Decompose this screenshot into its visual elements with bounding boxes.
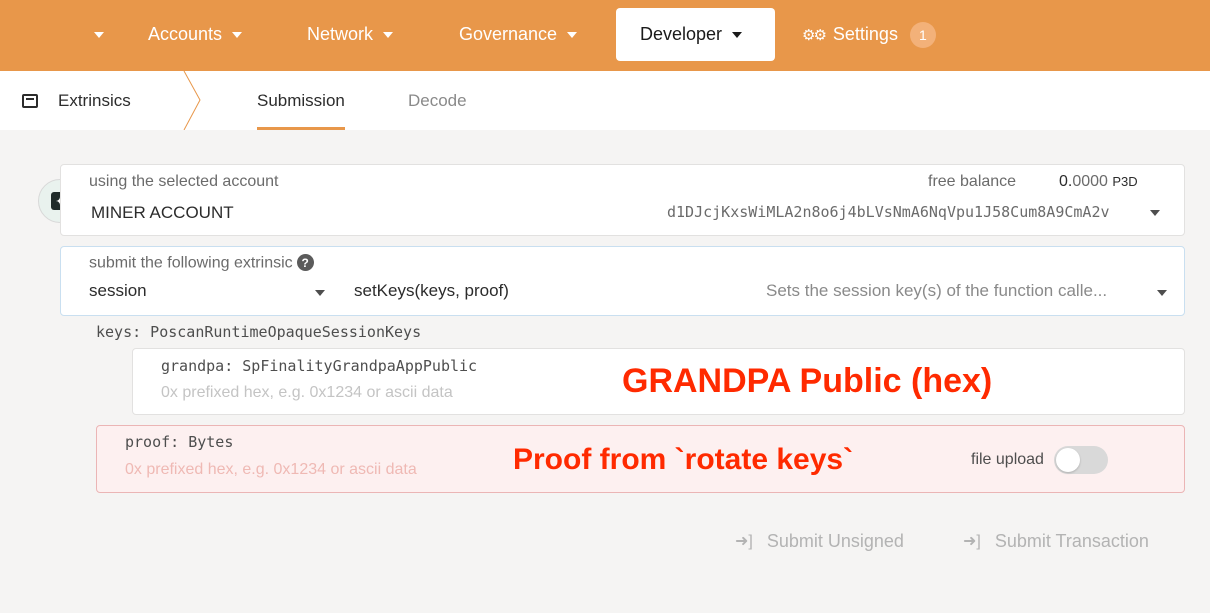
chain-selector-caret[interactable]: [94, 32, 104, 38]
file-upload-toggle-wrap: file upload: [971, 446, 1108, 474]
nav-governance-label: Governance: [459, 24, 558, 44]
method-dropdown[interactable]: setKeys(keys, proof) Sets the session ke…: [354, 281, 1169, 305]
balance-int: 0.: [1059, 173, 1073, 190]
submit-unsigned-label: Submit Unsigned: [766, 530, 904, 551]
account-name: MINER ACCOUNT: [91, 203, 234, 222]
sign-in-icon: ➜]: [735, 533, 753, 550]
envelope-icon: [22, 93, 38, 108]
grandpa-input[interactable]: 0x prefixed hex, e.g. 0x1234 or ascii da…: [161, 384, 453, 402]
extrinsics-section: Extrinsics: [22, 71, 131, 130]
breadcrumb-separator-icon: [183, 71, 201, 130]
chevron-down-icon: [1150, 210, 1160, 216]
balance-value: 0.0000 P3D: [1059, 173, 1138, 191]
module-dropdown[interactable]: session: [89, 281, 329, 305]
sign-in-icon: ➜]: [963, 533, 981, 550]
balance-unit: P3D: [1112, 174, 1138, 189]
nav-developer-label: Developer: [640, 24, 723, 44]
submit-transaction-label: Submit Transaction: [994, 530, 1149, 551]
chevron-down-icon: [315, 290, 325, 296]
proof-label: proof: Bytes: [125, 433, 234, 451]
account-selector[interactable]: using the selected account MINER ACCOUNT…: [60, 164, 1185, 236]
chevron-down-icon: [567, 31, 578, 38]
gears-icon: ⚙⚙: [802, 26, 827, 44]
account-label: using the selected account: [89, 173, 279, 190]
submit-unsigned-button[interactable]: ➜] Submit Unsigned: [735, 527, 904, 555]
nav-developer[interactable]: Developer: [616, 8, 775, 61]
account-address: d1DJcjKxsWiMLA2n8o6j4bLVsNmA6NqVpu1J58Cu…: [667, 203, 1110, 221]
tab-decode[interactable]: Decode: [408, 71, 467, 130]
nav-governance[interactable]: Governance: [459, 8, 578, 61]
proof-annotation: Proof from `rotate keys`: [513, 443, 854, 476]
nav-network[interactable]: Network: [307, 8, 394, 61]
balance-dec: 0000: [1072, 173, 1108, 190]
grandpa-annotation: GRANDPA Public (hex): [622, 362, 993, 400]
tab-submission-label: Submission: [257, 90, 345, 110]
method-description: Sets the session key(s) of the function …: [766, 281, 1108, 300]
chevron-down-icon: [232, 31, 243, 38]
top-nav: Accounts Network Governance Developer ⚙⚙…: [0, 0, 1210, 71]
module-value: session: [89, 281, 147, 300]
keys-param-label: keys: PoscanRuntimeOpaqueSessionKeys: [96, 323, 422, 341]
extrinsic-selector: submit the following extrinsic? session …: [60, 246, 1185, 316]
balance-label: free balance: [928, 173, 1017, 190]
tab-decode-label: Decode: [408, 90, 467, 110]
chevron-down-icon: [1157, 290, 1167, 296]
toggle-knob: [1055, 448, 1080, 472]
chevron-down-icon: [383, 31, 394, 38]
nav-network-label: Network: [307, 24, 374, 44]
nav-settings-label: Settings: [832, 24, 898, 44]
nav-accounts-label: Accounts: [148, 24, 223, 44]
section-title: Extrinsics: [58, 90, 131, 110]
tab-submission[interactable]: Submission: [237, 71, 365, 130]
nav-settings[interactable]: ⚙⚙ Settings 1: [802, 8, 936, 61]
grandpa-label: grandpa: SpFinalityGrandpaAppPublic: [161, 357, 478, 375]
settings-badge: 1: [909, 21, 936, 48]
extrinsic-label-wrap: submit the following extrinsic?: [89, 254, 314, 273]
chevron-down-icon: [732, 31, 743, 38]
method-value: setKeys(keys, proof): [354, 281, 509, 300]
submit-transaction-button[interactable]: ➜] Submit Transaction: [963, 527, 1149, 555]
nav-accounts[interactable]: Accounts: [148, 8, 243, 61]
proof-input[interactable]: 0x prefixed hex, e.g. 0x1234 or ascii da…: [125, 461, 417, 479]
help-icon[interactable]: ?: [296, 254, 314, 271]
extrinsic-label: submit the following extrinsic: [89, 254, 293, 272]
sub-nav: Extrinsics Submission Decode: [0, 71, 1210, 130]
file-upload-toggle[interactable]: [1053, 446, 1108, 474]
file-upload-label: file upload: [971, 451, 1044, 469]
